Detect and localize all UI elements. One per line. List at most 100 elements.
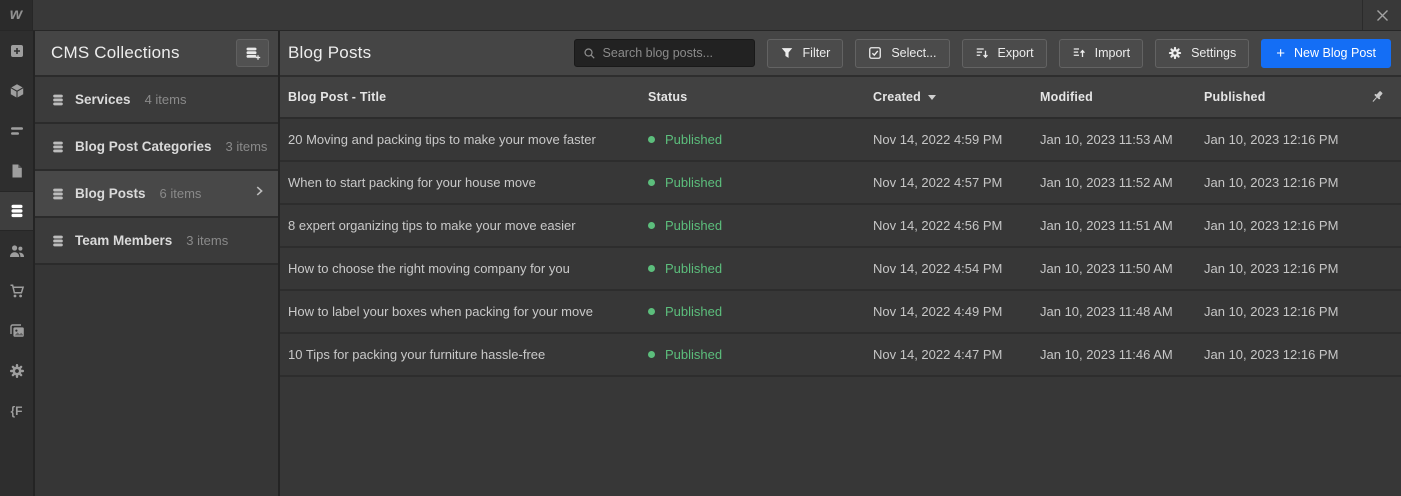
collection-list: Services 4 items Blog Post Categories 3 … xyxy=(35,75,278,265)
status-badge: Published xyxy=(665,175,723,190)
blog-post-title-cell: When to start packing for your house mov… xyxy=(288,175,536,190)
import-icon xyxy=(1073,48,1085,58)
collection-database-icon xyxy=(53,141,63,152)
status-dot-icon xyxy=(648,351,655,358)
rail-item-add-elements[interactable] xyxy=(0,31,33,71)
modified-cell: Jan 10, 2023 11:52 AM xyxy=(1040,175,1173,190)
table-row[interactable]: When to start packing for your house mov… xyxy=(280,162,1401,205)
rail-item-ecommerce[interactable] xyxy=(0,271,33,311)
status-dot-icon xyxy=(648,136,655,143)
select-button[interactable]: Select... xyxy=(855,38,950,68)
settings-gear-icon xyxy=(1168,46,1182,60)
collection-database-icon xyxy=(53,94,63,105)
collection-item-count: 4 items xyxy=(144,92,187,107)
collection-database-icon xyxy=(53,235,63,246)
modified-cell: Jan 10, 2023 11:48 AM xyxy=(1040,304,1173,319)
column-header-created[interactable]: Created xyxy=(873,90,1040,104)
status-badge: Published xyxy=(665,218,723,233)
webflow-logo-icon: w xyxy=(9,6,23,23)
collection-name: Blog Post Categories xyxy=(75,139,212,154)
rail-item-settings[interactable] xyxy=(0,351,33,391)
collection-list-item[interactable]: Blog Post Categories 3 items xyxy=(35,124,278,169)
column-header-title[interactable]: Blog Post - Title xyxy=(288,90,648,104)
main-content: Blog Posts Filter Select... Export Impor… xyxy=(280,31,1401,496)
status-badge: Published xyxy=(665,304,723,319)
ecommerce-cart-icon xyxy=(10,284,24,298)
pin-columns-button[interactable] xyxy=(1369,89,1385,105)
add-collection-icon xyxy=(246,47,260,60)
status-dot-icon xyxy=(648,308,655,315)
status-cell: Published xyxy=(648,347,873,362)
status-cell: Published xyxy=(648,304,873,319)
collection-list-item[interactable]: Team Members 3 items xyxy=(35,218,278,263)
import-button-label: Import xyxy=(1094,46,1131,60)
table-row[interactable]: 10 Tips for packing your furniture hassl… xyxy=(280,334,1401,377)
rail-item-assets[interactable] xyxy=(0,311,33,351)
blog-post-title-cell: How to label your boxes when packing for… xyxy=(288,304,593,319)
table-empty-area xyxy=(280,377,1401,496)
published-cell: Jan 10, 2023 12:16 PM xyxy=(1204,261,1339,276)
rail-item-cms[interactable] xyxy=(0,191,33,231)
collection-name: Services xyxy=(75,92,131,107)
modified-cell: Jan 10, 2023 11:53 AM xyxy=(1040,132,1173,147)
import-button[interactable]: Import xyxy=(1058,38,1144,68)
main-header: Blog Posts Filter Select... Export Impor… xyxy=(280,31,1401,75)
assets-icon xyxy=(9,324,24,337)
blog-post-title-cell: 10 Tips for packing your furniture hassl… xyxy=(288,347,546,362)
status-dot-icon xyxy=(648,265,655,272)
webflow-menu-button[interactable]: w xyxy=(0,0,33,30)
column-header-published[interactable]: Published xyxy=(1204,90,1355,104)
table-row[interactable]: How to label your boxes when packing for… xyxy=(280,291,1401,334)
modified-cell: Jan 10, 2023 11:50 AM xyxy=(1040,261,1173,276)
settings-gear-icon xyxy=(9,364,24,378)
chevron-right-icon xyxy=(252,184,266,203)
export-button[interactable]: Export xyxy=(961,38,1047,68)
rail-item-pages[interactable] xyxy=(0,151,33,191)
select-checkbox-icon xyxy=(869,47,882,59)
page-title: Blog Posts xyxy=(288,43,372,62)
collection-item-count: 3 items xyxy=(186,233,229,248)
rail-item-components[interactable] xyxy=(0,71,33,111)
published-cell: Jan 10, 2023 12:16 PM xyxy=(1204,347,1339,362)
components-cube-icon xyxy=(10,84,23,98)
blog-post-title-cell: How to choose the right moving company f… xyxy=(288,261,570,276)
sort-caret-icon xyxy=(927,94,936,100)
status-dot-icon xyxy=(648,179,655,186)
status-cell: Published xyxy=(648,261,873,276)
filter-button[interactable]: Filter xyxy=(766,38,844,68)
collection-list-item[interactable]: Blog Posts 6 items xyxy=(35,171,278,216)
table-body: 20 Moving and packing tips to make your … xyxy=(280,119,1401,377)
table-row[interactable]: 8 expert organizing tips to make your mo… xyxy=(280,205,1401,248)
collection-item-count: 3 items xyxy=(225,139,268,154)
add-elements-icon xyxy=(10,45,23,57)
collection-list-item[interactable]: Services 4 items xyxy=(35,77,278,122)
filter-button-label: Filter xyxy=(802,46,831,60)
collection-database-icon xyxy=(53,188,63,199)
table-row[interactable]: How to choose the right moving company f… xyxy=(280,248,1401,291)
table-row[interactable]: 20 Moving and packing tips to make your … xyxy=(280,119,1401,162)
rail-item-custom-code[interactable]: {F xyxy=(0,391,33,431)
top-bar: w xyxy=(0,0,1401,31)
status-cell: Published xyxy=(648,132,873,147)
new-collection-button[interactable] xyxy=(236,39,269,67)
search-icon xyxy=(583,47,595,59)
close-button[interactable] xyxy=(1362,0,1401,30)
top-bar-spacer xyxy=(33,0,1362,30)
users-icon xyxy=(9,245,24,257)
export-icon xyxy=(976,48,988,59)
column-header-status[interactable]: Status xyxy=(648,90,873,104)
search-input[interactable] xyxy=(602,46,746,60)
pages-icon xyxy=(12,164,22,178)
rail-item-navigator[interactable] xyxy=(0,111,33,151)
plus-icon: + xyxy=(1276,44,1286,62)
modified-cell: Jan 10, 2023 11:51 AM xyxy=(1040,218,1173,233)
created-cell: Nov 14, 2022 4:57 PM xyxy=(873,175,1003,190)
rail-item-users[interactable] xyxy=(0,231,33,271)
column-header-modified[interactable]: Modified xyxy=(1040,90,1204,104)
search-box xyxy=(573,39,755,67)
new-blog-post-button[interactable]: + New Blog Post xyxy=(1261,38,1391,68)
settings-button[interactable]: Settings xyxy=(1155,38,1250,68)
published-cell: Jan 10, 2023 12:16 PM xyxy=(1204,132,1339,147)
created-cell: Nov 14, 2022 4:47 PM xyxy=(873,347,1003,362)
published-cell: Jan 10, 2023 12:16 PM xyxy=(1204,304,1339,319)
